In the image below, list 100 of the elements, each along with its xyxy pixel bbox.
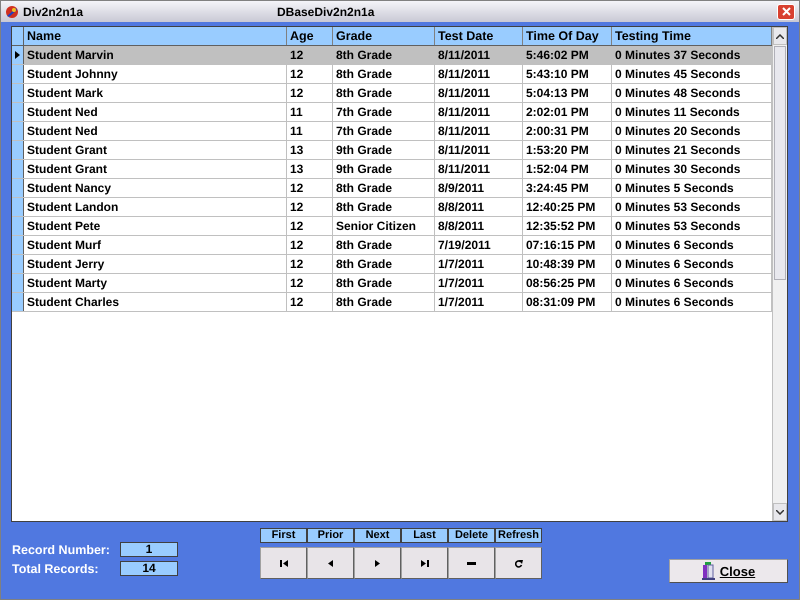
table-cell: 8th Grade xyxy=(333,255,435,273)
table-cell: 12 xyxy=(287,198,333,216)
table-cell: 2:02:01 PM xyxy=(523,103,612,121)
table-cell: 1:52:04 PM xyxy=(523,160,612,178)
record-number-field: 1 xyxy=(120,542,178,557)
table-cell: 5:04:13 PM xyxy=(523,84,612,102)
table-row[interactable]: Student Grant 13 9th Grade 8/11/2011 1:53:20 PM 0 Minutes 21 Seconds xyxy=(12,141,772,160)
table-cell: Student Ned xyxy=(24,122,287,140)
column-header[interactable]: Name xyxy=(24,27,287,45)
table-row[interactable]: Student Landon 12 8th Grade 8/8/2011 12:40:25 PM 0 Minutes 53 Seconds xyxy=(12,198,772,217)
navigator-button[interactable] xyxy=(401,547,448,579)
table-cell: 12 xyxy=(287,84,333,102)
table-cell: Student Grant xyxy=(24,160,287,178)
table-cell: Student Marvin xyxy=(24,46,287,64)
column-header[interactable]: Time Of Day xyxy=(523,27,612,45)
navigator-label: Refresh xyxy=(495,528,542,543)
table-cell: 8/11/2011 xyxy=(435,46,523,64)
table-cell: Senior Citizen xyxy=(333,217,435,235)
table-cell: 8/11/2011 xyxy=(435,141,523,159)
table-cell: 12 xyxy=(287,255,333,273)
table-cell: 8th Grade xyxy=(333,293,435,311)
row-pointer-icon xyxy=(15,51,20,59)
table-cell: 08:56:25 PM xyxy=(523,274,612,292)
close-button[interactable]: Close xyxy=(669,559,788,583)
refresh-icon xyxy=(514,558,522,568)
table-cell: 12 xyxy=(287,236,333,254)
table-cell: 11 xyxy=(287,122,333,140)
scroll-up-button[interactable] xyxy=(773,27,787,45)
table-cell: 8th Grade xyxy=(333,179,435,197)
table-cell: 12 xyxy=(287,46,333,64)
navigator-button[interactable] xyxy=(495,547,542,579)
table-row[interactable]: Student Grant 13 9th Grade 8/11/2011 1:52:04 PM 0 Minutes 30 Seconds xyxy=(12,160,772,179)
table-cell: 07:16:15 PM xyxy=(523,236,612,254)
table-cell: 8/11/2011 xyxy=(435,65,523,83)
table-cell: 10:48:39 PM xyxy=(523,255,612,273)
table-row[interactable]: Student Ned 11 7th Grade 8/11/2011 2:02:01 PM 0 Minutes 11 Seconds xyxy=(12,103,772,122)
navigator-button[interactable] xyxy=(354,547,401,579)
table-cell: 12:35:52 PM xyxy=(523,217,612,235)
table-cell: 12 xyxy=(287,274,333,292)
scroll-thumb[interactable] xyxy=(774,46,786,280)
table-row[interactable]: Student Pete 12 Senior Citizen 8/8/2011 12:35:52 PM 0 Minutes 53 Seconds xyxy=(12,217,772,236)
total-records-label: Total Records: xyxy=(11,562,100,576)
navigator-label: First xyxy=(260,528,307,543)
column-header[interactable]: Age xyxy=(287,27,333,45)
previous-icon xyxy=(328,560,333,566)
navigator-button[interactable] xyxy=(307,547,354,579)
table-cell: Student Ned xyxy=(24,103,287,121)
close-icon[interactable] xyxy=(777,4,795,20)
navigator-label: Delete xyxy=(448,528,495,543)
table-cell: Student Landon xyxy=(24,198,287,216)
table-cell: 8/11/2011 xyxy=(435,122,523,140)
table-cell: Student Pete xyxy=(24,217,287,235)
table-cell: 12 xyxy=(287,293,333,311)
table-cell: Student Jerry xyxy=(24,255,287,273)
table-cell: Student Murf xyxy=(24,236,287,254)
table-row[interactable]: Student Ned 11 7th Grade 8/11/2011 2:00:31 PM 0 Minutes 20 Seconds xyxy=(12,122,772,141)
window-caption: DBaseDiv2n2n1a xyxy=(277,4,376,18)
chevron-down-icon xyxy=(776,510,784,514)
table-cell: Student Marty xyxy=(24,274,287,292)
table-row[interactable]: Student Nancy 12 8th Grade 8/9/2011 3:24:45 PM 0 Minutes 5 Seconds xyxy=(12,179,772,198)
table-cell: 13 xyxy=(287,160,333,178)
table-row[interactable]: Student Marty 12 8th Grade 1/7/2011 08:56:25 PM 0 Minutes 6 Seconds xyxy=(12,274,772,293)
column-header[interactable]: Grade xyxy=(333,27,435,45)
table-row[interactable]: Student Marvin 12 8th Grade 8/11/2011 5:46:02 PM 0 Minutes 37 Seconds xyxy=(12,46,772,65)
table-cell: 1/7/2011 xyxy=(435,293,523,311)
table-cell: 1/7/2011 xyxy=(435,255,523,273)
table-cell: 8th Grade xyxy=(333,84,435,102)
table-row[interactable]: Student Jerry 12 8th Grade 1/7/2011 10:48:39 PM 0 Minutes 6 Seconds xyxy=(12,255,772,274)
table-cell: 1/7/2011 xyxy=(435,274,523,292)
navigator-button[interactable] xyxy=(260,547,307,579)
table-cell: 7/19/2011 xyxy=(435,236,523,254)
column-header[interactable]: Test Date xyxy=(435,27,523,45)
table-cell: 9th Grade xyxy=(333,160,435,178)
table-cell: 12 xyxy=(287,217,333,235)
table-cell: 2:00:31 PM xyxy=(523,122,612,140)
row-selector[interactable] xyxy=(12,46,24,64)
scrollbar[interactable] xyxy=(772,27,787,521)
table-row[interactable]: Student Mark 12 8th Grade 8/11/2011 5:04:13 PM 0 Minutes 48 Seconds xyxy=(12,84,772,103)
table-cell: 7th Grade xyxy=(333,122,435,140)
app-icon xyxy=(5,4,19,18)
table-cell: 8/8/2011 xyxy=(435,217,523,235)
window-title: Div2n2n1a xyxy=(23,4,84,18)
first-record-icon xyxy=(280,560,288,566)
table-row[interactable]: Student Murf 12 8th Grade 7/19/2011 07:16:15 PM 0 Minutes 6 Seconds xyxy=(12,236,772,255)
table-cell: 12 xyxy=(287,179,333,197)
table-cell: Student Charles xyxy=(24,293,287,311)
table-cell: 8/8/2011 xyxy=(435,198,523,216)
table-row[interactable]: Student Johnny 12 8th Grade 8/11/2011 5:43:10 PM 0 Minutes 45 Seconds xyxy=(12,65,772,84)
table-cell: 8th Grade xyxy=(333,46,435,64)
table-cell: 8th Grade xyxy=(333,198,435,216)
table-row[interactable]: Student Charles 12 8th Grade 1/7/2011 08:31:09 PM 0 Minutes 6 Seconds xyxy=(12,293,772,312)
navigator-label: Prior xyxy=(307,528,354,543)
navigator-button[interactable] xyxy=(448,547,495,579)
table-cell: 13 xyxy=(287,141,333,159)
table-cell: 5:43:10 PM xyxy=(523,65,612,83)
scroll-down-button[interactable] xyxy=(773,503,787,521)
table-cell: 8th Grade xyxy=(333,236,435,254)
last-record-icon xyxy=(420,560,428,566)
total-records-field: 14 xyxy=(120,561,178,576)
minus-icon xyxy=(467,562,476,564)
